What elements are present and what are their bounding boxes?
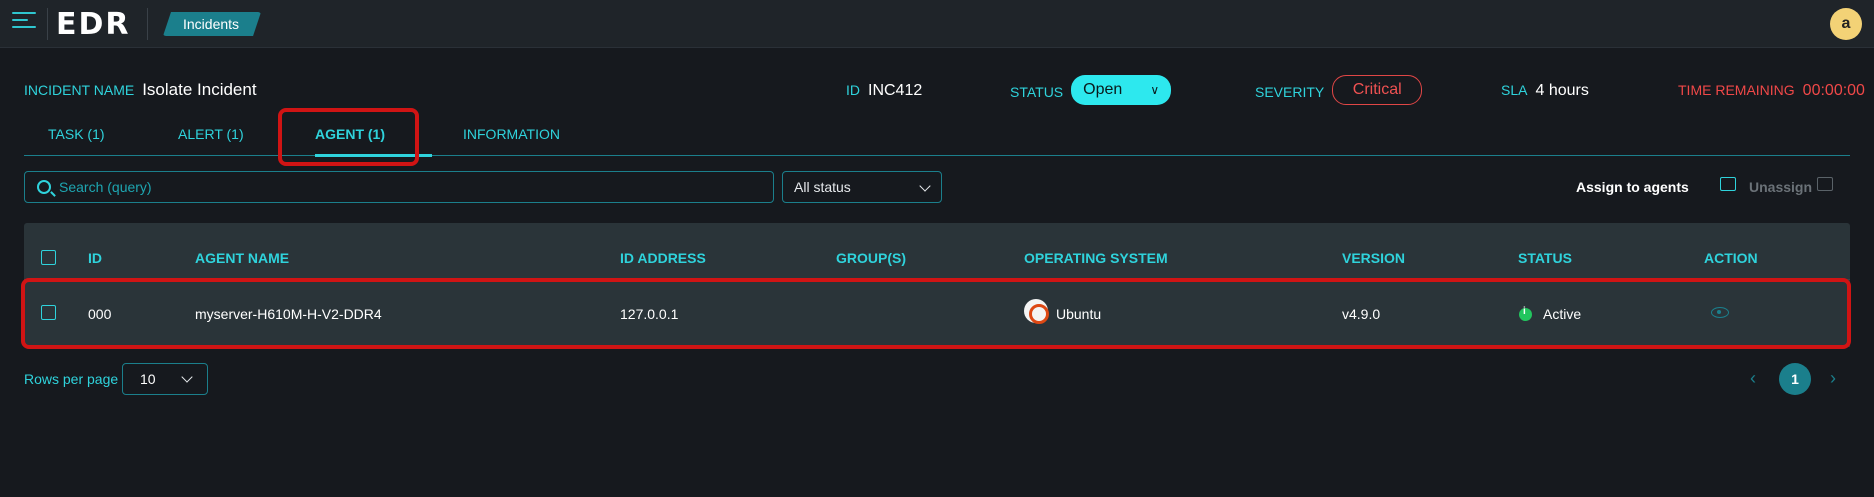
status-filter-value: All status	[794, 179, 851, 195]
next-page-button[interactable]: ›	[1830, 368, 1836, 389]
search-box[interactable]	[24, 171, 774, 203]
chevron-down-icon	[181, 371, 193, 383]
incident-name: Isolate Incident	[142, 80, 257, 99]
time-remaining-field: TIME REMAINING 00:00:00	[1678, 78, 1865, 102]
hamburger-menu-icon[interactable]	[12, 12, 36, 36]
severity-label: SEVERITY	[1255, 84, 1325, 100]
unassign-icon	[1817, 177, 1833, 191]
chevron-down-icon: ∨	[1150, 83, 1160, 97]
incident-name-field: INCIDENT NAME Isolate Incident	[24, 78, 257, 102]
sla-label: SLA	[1501, 82, 1528, 98]
status-value: Open	[1083, 81, 1123, 98]
rows-per-page-value: 10	[140, 371, 156, 387]
rows-per-page-label: Rows per page	[24, 371, 119, 387]
incident-id-label: ID	[846, 82, 860, 98]
column-header-operating-system[interactable]: OPERATING SYSTEM	[1024, 250, 1168, 266]
rows-per-page-select[interactable]: 10	[122, 363, 208, 395]
tab-information[interactable]: INFORMATION	[463, 126, 560, 142]
incident-severity-field: SEVERITY Critical	[1255, 75, 1423, 105]
column-header-groups[interactable]: GROUP(S)	[836, 250, 906, 266]
chevron-down-icon	[919, 180, 931, 192]
incident-id-field: ID INC412	[846, 78, 922, 102]
column-header-version[interactable]: VERSION	[1342, 250, 1405, 266]
column-header-action: ACTION	[1704, 250, 1758, 266]
column-header-id[interactable]: ID	[88, 250, 102, 266]
incident-sla-field: SLA 4 hours	[1501, 78, 1589, 102]
column-header-ip-address[interactable]: ID ADDRESS	[620, 250, 706, 266]
severity-badge: Critical	[1332, 75, 1423, 105]
highlight-agent-row	[21, 278, 1851, 349]
time-remaining-label: TIME REMAINING	[1678, 82, 1795, 98]
tab-task[interactable]: TASK (1)	[48, 126, 105, 142]
top-bar: EDR Incidents a	[0, 0, 1874, 48]
assign-icon	[1720, 177, 1736, 191]
divider	[147, 8, 148, 40]
incident-status-field: STATUS Open ∨	[1010, 75, 1172, 105]
tab-alert[interactable]: ALERT (1)	[178, 126, 244, 142]
select-all-checkbox[interactable]	[41, 250, 56, 265]
unassign-label: Unassign	[1749, 179, 1813, 195]
assign-to-agents-button[interactable]: Assign to agents	[1576, 177, 1736, 195]
unassign-button[interactable]: Unassign	[1749, 177, 1833, 195]
status-dropdown[interactable]: Open ∨	[1071, 75, 1172, 105]
highlight-agent-tab	[278, 108, 419, 166]
user-avatar[interactable]: a	[1830, 8, 1862, 40]
incident-id: INC412	[868, 82, 923, 99]
breadcrumb-incidents[interactable]: Incidents	[163, 12, 261, 36]
column-header-agent-name[interactable]: AGENT NAME	[195, 250, 289, 266]
page-1-button[interactable]: 1	[1779, 363, 1811, 395]
table-header: ID AGENT NAME ID ADDRESS GROUP(S) OPERAT…	[24, 223, 1850, 279]
prev-page-button[interactable]: ‹	[1750, 368, 1756, 389]
search-icon	[37, 180, 51, 194]
sla-value: 4 hours	[1535, 82, 1589, 99]
column-header-status[interactable]: STATUS	[1518, 250, 1572, 266]
incident-status-label: STATUS	[1010, 84, 1064, 100]
status-filter-select[interactable]: All status	[782, 171, 942, 203]
app-logo: EDR	[56, 7, 131, 42]
assign-label: Assign to agents	[1576, 179, 1689, 195]
time-remaining-value: 00:00:00	[1802, 82, 1865, 99]
search-input[interactable]	[59, 172, 759, 202]
incident-name-label: INCIDENT NAME	[24, 82, 135, 98]
divider	[47, 8, 48, 40]
